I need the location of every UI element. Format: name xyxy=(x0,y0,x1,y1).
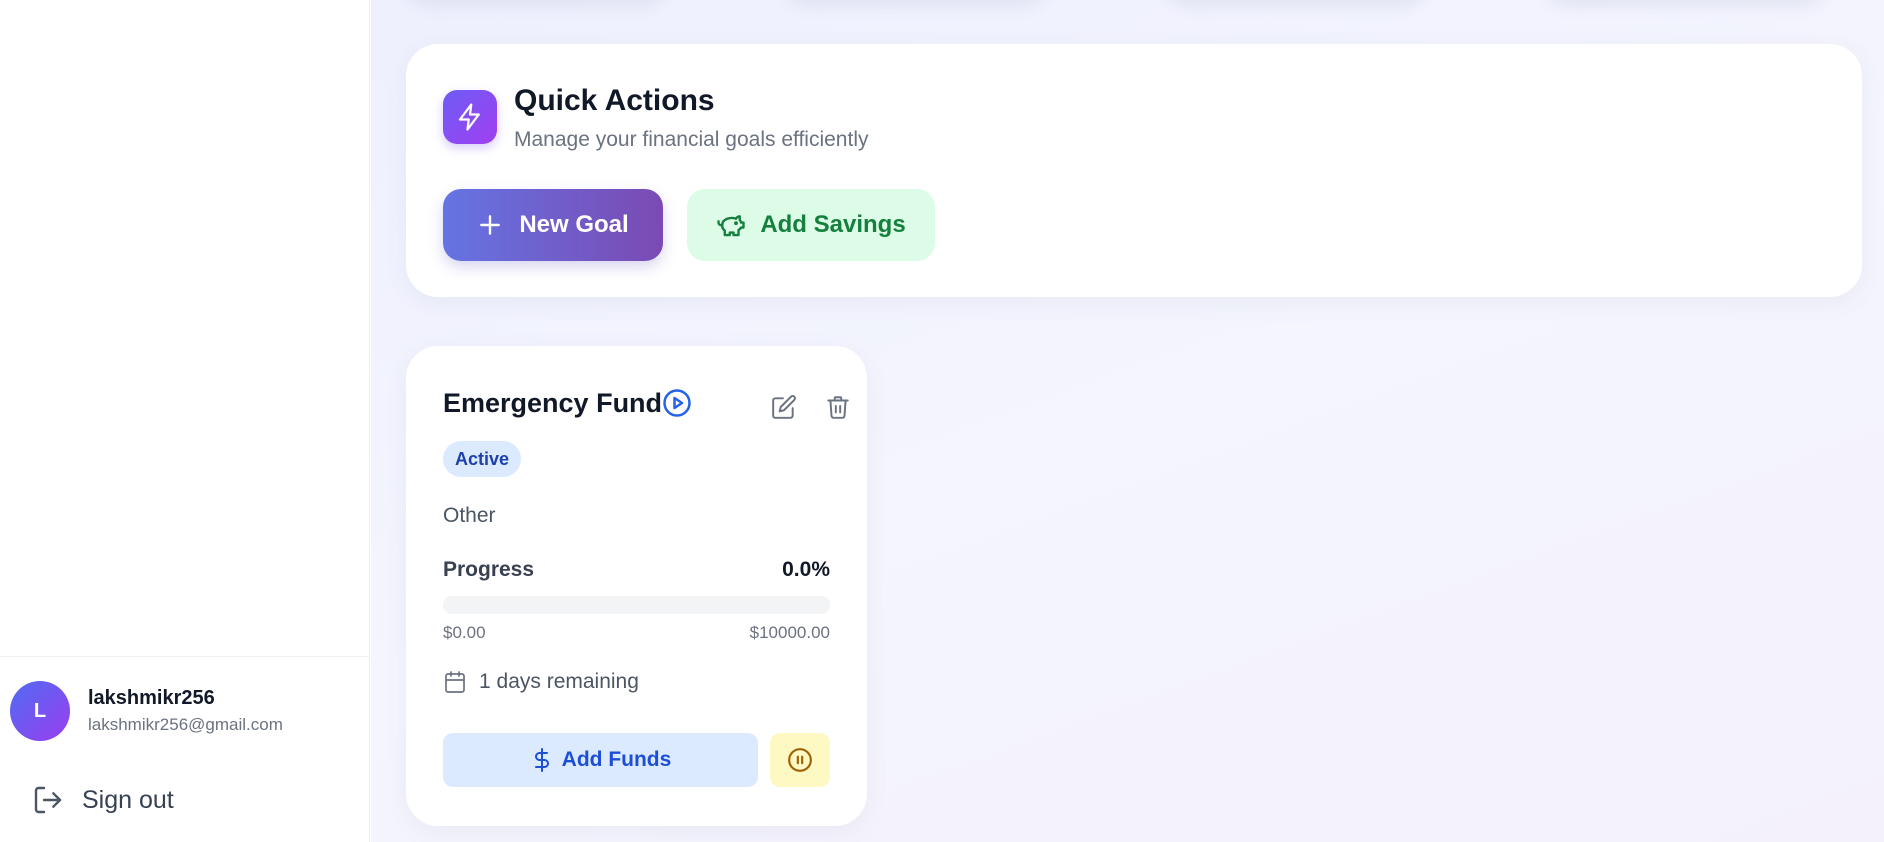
trash-icon[interactable] xyxy=(825,394,851,420)
goal-category: Other xyxy=(443,504,496,527)
avatar: L xyxy=(10,681,70,741)
play-circle-icon xyxy=(663,389,691,417)
sign-out-button[interactable]: Sign out xyxy=(32,784,174,816)
deadline-text: 1 days remaining xyxy=(479,670,639,693)
target-amount: $10000.00 xyxy=(749,623,830,642)
deadline: 1 days remaining xyxy=(443,670,639,694)
quick-actions-badge xyxy=(443,90,497,144)
quick-actions-title: Quick Actions xyxy=(514,84,715,117)
sidebar: L lakshmikr256 lakshmikr256@gmail.com Si… xyxy=(0,0,370,842)
edit-icon[interactable] xyxy=(771,394,797,420)
dollar-icon xyxy=(534,748,549,772)
quick-actions-card: Quick Actions Manage your financial goal… xyxy=(406,44,1862,297)
current-amount: $0.00 xyxy=(443,623,486,642)
new-goal-label: New Goal xyxy=(519,211,629,238)
main-content: Quick Actions Manage your financial goal… xyxy=(371,0,1884,842)
user-profile: L lakshmikr256 lakshmikr256@gmail.com xyxy=(10,681,283,741)
pause-circle-icon xyxy=(788,748,812,772)
new-goal-button[interactable]: New Goal xyxy=(443,189,663,261)
calendar-icon xyxy=(445,671,465,693)
quick-actions-subtitle: Manage your financial goals efficiently xyxy=(514,128,869,151)
add-funds-label: Add Funds xyxy=(561,748,672,771)
lightning-icon xyxy=(458,103,480,131)
piggy-bank-icon xyxy=(717,215,745,237)
log-out-icon xyxy=(34,786,62,814)
user-email: lakshmikr256@gmail.com xyxy=(88,715,283,734)
sidebar-divider xyxy=(0,656,370,657)
progress-bar xyxy=(443,596,830,614)
user-info: lakshmikr256 lakshmikr256@gmail.com xyxy=(88,687,283,735)
add-savings-label: Add Savings xyxy=(760,211,906,238)
user-name: lakshmikr256 xyxy=(88,687,215,709)
goal-title: Emergency Fund xyxy=(443,388,663,418)
pause-button[interactable] xyxy=(770,733,830,787)
add-savings-button[interactable]: Add Savings xyxy=(687,189,935,261)
progress-label: Progress xyxy=(443,558,535,581)
status-badge: Active xyxy=(443,441,522,477)
add-funds-button[interactable]: Add Funds xyxy=(443,733,758,787)
plus-icon xyxy=(480,215,501,235)
goal-card: Emergency Fund Active Other Progress 0.0… xyxy=(406,346,867,826)
sign-out-label: Sign out xyxy=(82,785,174,814)
progress-value: 0.0% xyxy=(782,558,830,581)
